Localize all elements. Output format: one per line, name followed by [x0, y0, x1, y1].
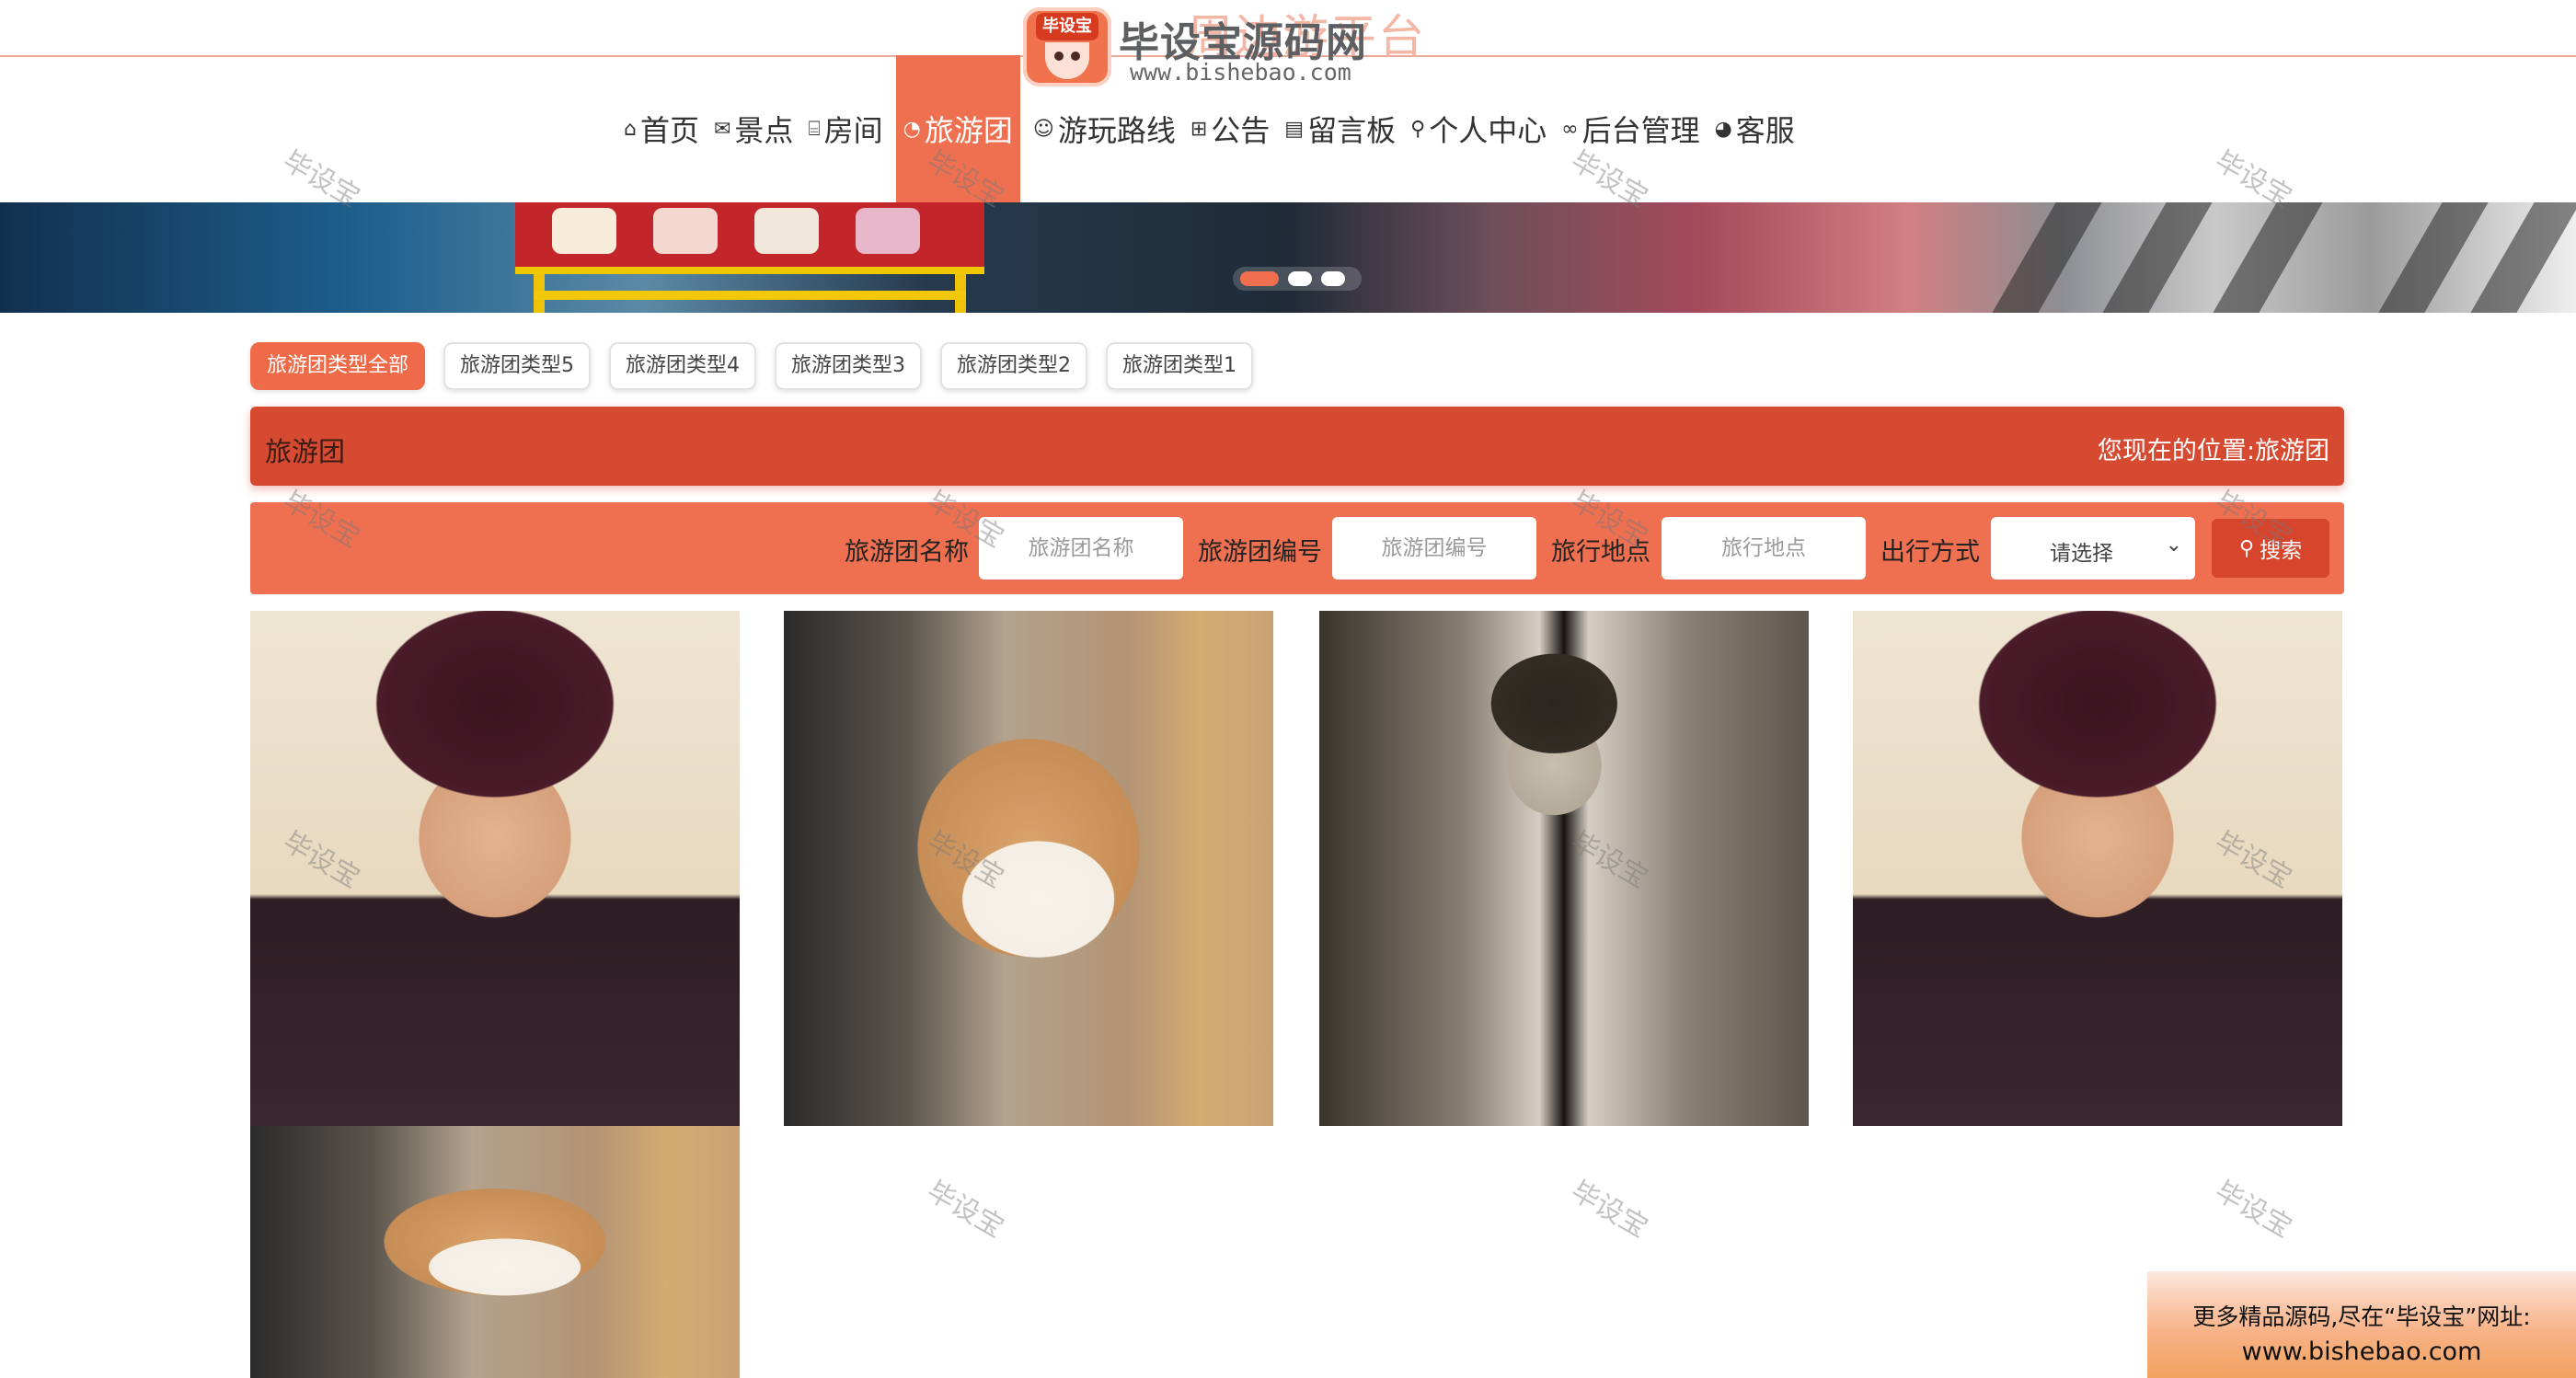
category-type-4[interactable]: 旅游团类型4 — [609, 342, 757, 390]
tour-code-label: 旅游团编号 — [1198, 538, 1322, 567]
breadcrumb-current[interactable]: 旅游团 — [2255, 437, 2329, 465]
promo-line-1: 更多精品源码,尽在“毕设宝”网址: — [2192, 1303, 2531, 1330]
nav-home[interactable]: ⌂ 首页 — [616, 55, 707, 202]
tour-card-image-5[interactable] — [250, 1126, 740, 1378]
travel-mode-value: 请选择 — [2050, 542, 2113, 566]
tour-card-image-4[interactable] — [1853, 611, 2342, 1126]
section-title: 旅游团 — [265, 436, 346, 467]
chat-icon: ◕ — [1714, 117, 1732, 141]
banner-carousel[interactable] — [0, 202, 2576, 313]
dashboard-icon: ◔ — [903, 117, 921, 141]
carousel-dot-1[interactable] — [1240, 271, 1279, 286]
tour-card-image-2[interactable] — [784, 611, 1273, 1126]
nav-scenic-spots[interactable]: ✉ 景点 — [707, 55, 800, 202]
gift-icon: ⌸ — [808, 117, 821, 141]
banner-image — [515, 202, 984, 313]
nav-announcements[interactable]: ⊞ 公告 — [1183, 55, 1277, 202]
breadcrumb-label: 您现在的位置: — [2097, 437, 2255, 465]
category-all[interactable]: 旅游团类型全部 — [250, 342, 426, 390]
logo-badge-text: 毕设宝 — [1036, 13, 1098, 40]
travel-place-label: 旅行地点 — [1551, 538, 1650, 567]
breadcrumb: 您现在的位置:旅游团 — [2098, 431, 2329, 466]
category-type-2[interactable]: 旅游团类型2 — [940, 342, 1088, 390]
nav-message-board[interactable]: ▤ 留言板 — [1277, 55, 1403, 202]
category-filter: 旅游团类型全部 旅游团类型5 旅游团类型4 旅游团类型3 旅游团类型2 旅游团类… — [250, 342, 1271, 390]
category-type-1[interactable]: 旅游团类型1 — [1106, 342, 1254, 390]
travel-mode-select[interactable]: 请选择 ⌄ — [1991, 517, 2195, 580]
carousel-indicators — [1233, 267, 1362, 291]
mail-icon: ✉ — [713, 117, 731, 141]
person-icon: ⚲ — [1410, 117, 1426, 141]
main-nav: ⌂ 首页 ✉ 景点 ⌸ 房间 ◔ 旅游团 ☺ 游玩路线 ⊞ 公告 ▤ 留言板 ⚲ 个人中心 ∞ 后… — [616, 55, 1802, 202]
tour-card-image-3[interactable] — [1319, 611, 1809, 1126]
link-icon: ∞ — [1561, 117, 1579, 141]
search-icon: ⚲ — [2238, 536, 2255, 560]
palette-icon: ☺ — [1032, 117, 1054, 141]
nav-customer-service[interactable]: ◕ 客服 — [1708, 55, 1802, 202]
search-button[interactable]: ⚲ 搜索 — [2212, 519, 2329, 578]
nav-tour-groups[interactable]: ◔ 旅游团 — [895, 55, 1020, 202]
search-form: 旅游团名称 旅游团编号 旅行地点 出行方式 请选择 ⌄ ⚲ 搜索 — [250, 502, 2344, 594]
section-header: 旅游团 您现在的位置:旅游团 — [250, 407, 2344, 486]
book-icon: ⊞ — [1190, 117, 1208, 141]
travel-place-input[interactable] — [1662, 517, 1866, 580]
home-icon: ⌂ — [624, 117, 637, 141]
category-type-5[interactable]: 旅游团类型5 — [443, 342, 592, 390]
promo-url[interactable]: www.bishebao.com — [2147, 1338, 2576, 1366]
nav-admin[interactable]: ∞ 后台管理 — [1554, 55, 1707, 202]
chevron-down-icon: ⌄ — [2165, 534, 2182, 557]
watermark: 毕设宝 — [2209, 1175, 2297, 1245]
tour-name-label: 旅游团名称 — [845, 538, 969, 567]
carousel-dot-3[interactable] — [1320, 271, 1345, 286]
search-button-label: 搜索 — [2260, 539, 2303, 563]
promo-banner[interactable]: 更多精品源码,尽在“毕设宝”网址: www.bishebao.com — [2147, 1271, 2576, 1378]
tour-code-input[interactable] — [1332, 517, 1536, 580]
nav-personal-center[interactable]: ⚲ 个人中心 — [1403, 55, 1554, 202]
travel-mode-label: 出行方式 — [1880, 538, 1980, 567]
nav-routes[interactable]: ☺ 游玩路线 — [1026, 55, 1183, 202]
category-type-3[interactable]: 旅游团类型3 — [775, 342, 923, 390]
clipboard-icon: ▤ — [1284, 117, 1305, 141]
watermark: 毕设宝 — [921, 1175, 1009, 1245]
carousel-dot-2[interactable] — [1287, 271, 1312, 286]
tour-card-image-1[interactable] — [250, 611, 740, 1126]
watermark: 毕设宝 — [1565, 1175, 1653, 1245]
nav-rooms[interactable]: ⌸ 房间 — [800, 55, 890, 202]
tour-name-input[interactable] — [979, 517, 1183, 580]
